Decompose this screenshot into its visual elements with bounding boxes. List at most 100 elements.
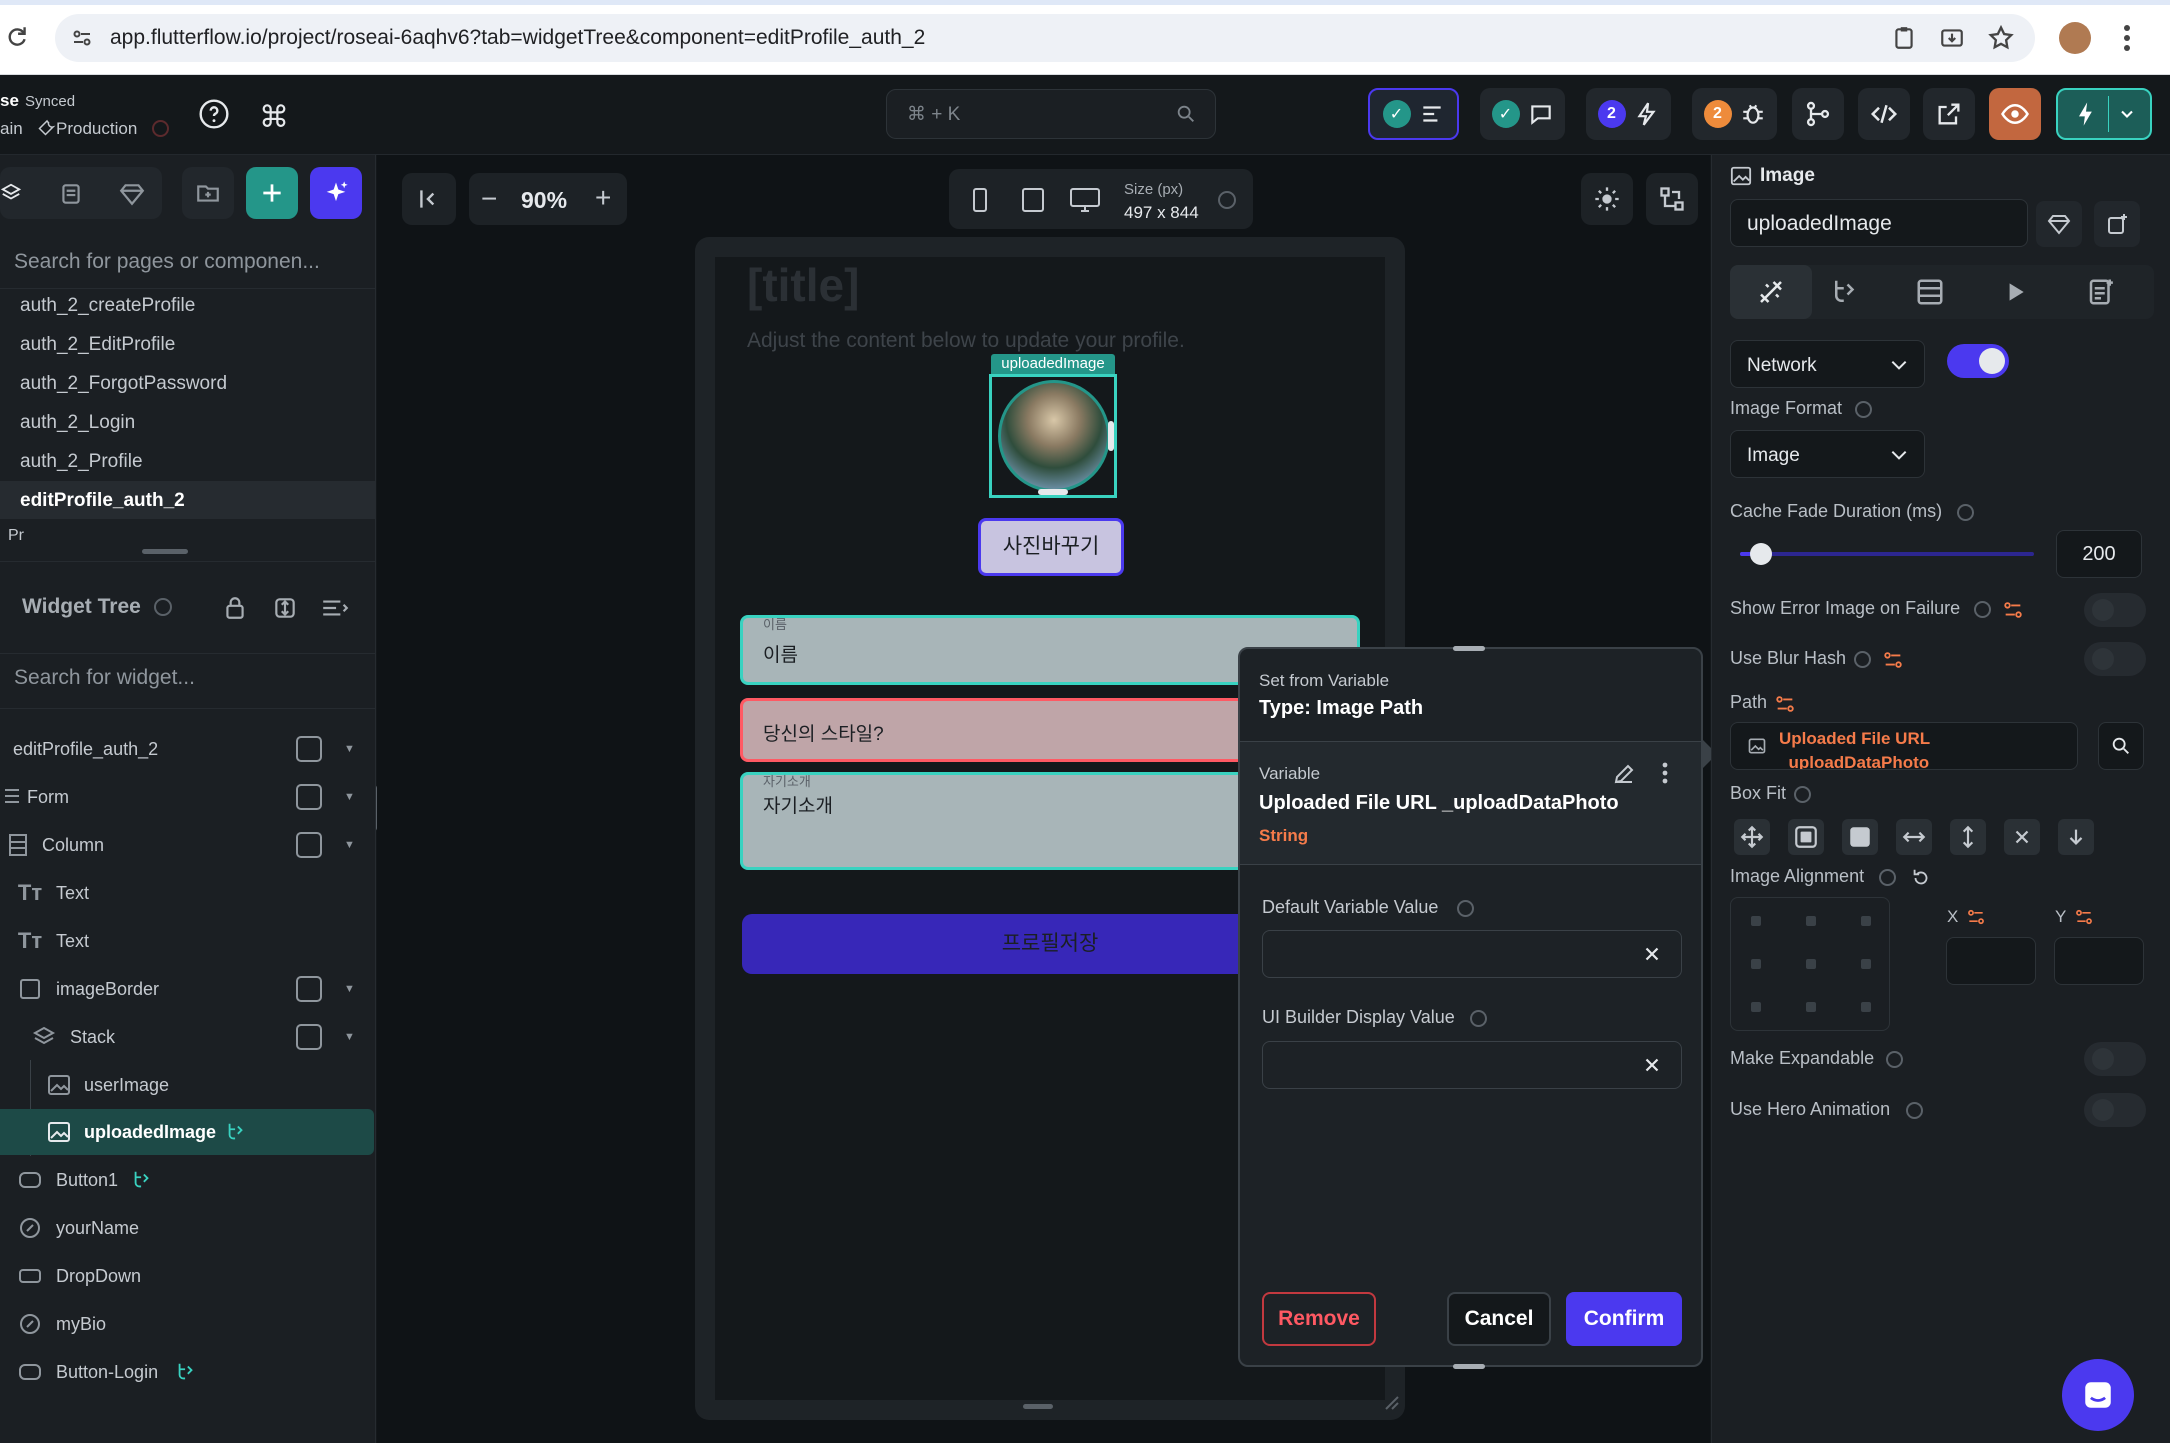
validate-button[interactable]: ✓	[1368, 88, 1459, 140]
tab-backend-query[interactable]	[1915, 277, 1945, 307]
resize-handle[interactable]	[142, 549, 188, 554]
add-child-icon[interactable]	[296, 976, 322, 1002]
caret-down-icon[interactable]: ▼	[344, 839, 355, 851]
dialog-drag-handle[interactable]	[1453, 1364, 1485, 1369]
cache-fade-slider-track[interactable]	[1740, 543, 2034, 565]
image-format-select[interactable]: Image	[1730, 430, 1925, 478]
zoom-out-button[interactable]: −	[481, 183, 497, 215]
caret-down-icon[interactable]: ▼	[344, 983, 355, 995]
tree-node-yourname[interactable]: yourName	[0, 1205, 376, 1251]
support-chat-button[interactable]	[2062, 1359, 2134, 1431]
boxfit-fitheight-button[interactable]	[1950, 819, 1986, 855]
image-source-select[interactable]: Network	[1730, 340, 1925, 388]
layers-icon[interactable]	[0, 181, 22, 205]
alignment-grid[interactable]	[1730, 897, 1890, 1031]
align-bottom-right[interactable]	[1861, 1002, 1871, 1012]
preview-button[interactable]	[1989, 88, 2041, 140]
comments-button[interactable]: ✓	[1480, 88, 1565, 140]
align-center-left[interactable]	[1751, 959, 1761, 969]
caret-down-icon[interactable]: ▼	[344, 743, 355, 755]
align-center[interactable]	[1806, 959, 1816, 969]
page-item[interactable]: auth_2_EditProfile	[20, 334, 175, 356]
cache-fade-input[interactable]: 200	[2056, 530, 2142, 578]
tablet-icon[interactable]	[1021, 187, 1045, 213]
align-bottom-center[interactable]	[1806, 1002, 1816, 1012]
tree-node-editprofile-auth-2[interactable]: editProfile_auth_2 ▼	[0, 726, 376, 772]
variable-section[interactable]: Variable Uploaded File URL _uploadDataPh…	[1240, 742, 1701, 864]
diamond-icon[interactable]	[119, 181, 145, 207]
path-search-button[interactable]	[2098, 722, 2144, 770]
align-bottom-left[interactable]	[1751, 1002, 1761, 1012]
command-search-input[interactable]: ⌘ + K	[886, 89, 1216, 139]
cache-fade-slider-thumb[interactable]	[1749, 543, 1772, 565]
page-item-selected[interactable]: editProfile_auth_2	[20, 490, 185, 512]
zoom-level[interactable]: 90%	[521, 187, 567, 214]
show-error-toggle[interactable]	[2084, 593, 2146, 627]
open-new-tab-button[interactable]	[1923, 88, 1975, 140]
boxfit-fill-button[interactable]	[2004, 819, 2040, 855]
clear-icon[interactable]	[1641, 943, 1663, 965]
tree-node-userimage[interactable]: userImage	[0, 1062, 376, 1108]
default-value-input[interactable]	[1262, 930, 1682, 978]
tab-documentation[interactable]	[2086, 277, 2116, 307]
page-item[interactable]: auth_2_Profile	[20, 451, 143, 473]
display-value-input[interactable]	[1262, 1041, 1682, 1089]
page-title[interactable]: [title]	[747, 258, 859, 312]
new-folder-button[interactable]	[182, 167, 234, 219]
bookmark-star-icon[interactable]	[1987, 24, 2015, 52]
tree-view-button[interactable]	[1646, 173, 1698, 225]
tree-node-imageborder[interactable]: imageBorder ▼	[0, 966, 376, 1012]
source-toggle[interactable]	[1947, 344, 2009, 378]
browser-menu-icon[interactable]	[2123, 24, 2131, 52]
tree-node-dropdown[interactable]: DropDown	[0, 1253, 376, 1299]
lock-icon[interactable]	[222, 595, 248, 621]
hero-animation-toggle[interactable]	[2084, 1093, 2146, 1127]
site-settings-icon[interactable]	[70, 26, 94, 50]
set-variable-icon[interactable]	[1774, 693, 1796, 715]
expand-collapse-icon[interactable]	[272, 595, 298, 621]
resize-handle-bottom[interactable]	[1038, 489, 1068, 495]
tree-node-mybio[interactable]: myBio	[0, 1301, 376, 1347]
frame-resize-handle[interactable]	[1023, 1404, 1053, 1409]
environment-label[interactable]: Production	[56, 119, 137, 139]
resize-corner-icon[interactable]	[1382, 1393, 1400, 1411]
branching-button[interactable]	[1792, 88, 1844, 140]
wrap-widget-button[interactable]	[2094, 201, 2140, 247]
collapse-panel-button[interactable]	[402, 173, 456, 225]
actions-issues-button[interactable]: 2	[1586, 88, 1671, 140]
add-child-icon[interactable]	[296, 1024, 322, 1050]
tree-node-text[interactable]: Tт Text	[0, 918, 376, 964]
boxfit-cover-button[interactable]	[1842, 819, 1878, 855]
phone-icon[interactable]	[971, 187, 989, 213]
view-code-button[interactable]	[1858, 88, 1910, 140]
remove-button[interactable]: Remove	[1262, 1292, 1376, 1346]
pages-icon[interactable]	[58, 181, 84, 207]
align-y-input[interactable]	[2054, 937, 2144, 985]
caret-down-icon[interactable]: ▼	[344, 791, 355, 803]
tree-node-button1[interactable]: Button1	[0, 1157, 376, 1203]
tree-node-button-login[interactable]: Button-Login	[0, 1349, 376, 1395]
clipboard-icon[interactable]	[1891, 25, 1917, 51]
install-app-icon[interactable]	[1939, 25, 1965, 51]
branch-name[interactable]: ain	[0, 119, 23, 139]
profile-avatar[interactable]	[2059, 22, 2091, 54]
change-photo-button[interactable]: 사진바꾸기	[978, 518, 1124, 576]
set-variable-icon[interactable]	[2002, 599, 2024, 621]
make-expandable-toggle[interactable]	[2084, 1042, 2146, 1076]
edit-pencil-icon[interactable]	[1612, 762, 1636, 786]
desktop-icon[interactable]	[1069, 187, 1101, 213]
align-x-input[interactable]	[1946, 937, 2036, 985]
tree-node-stack[interactable]: Stack ▼	[0, 1014, 376, 1060]
align-top-left[interactable]	[1751, 916, 1761, 926]
confirm-button[interactable]: Confirm	[1566, 1292, 1682, 1346]
reset-icon[interactable]	[1910, 867, 1932, 889]
align-top-center[interactable]	[1806, 916, 1816, 926]
widget-name-input[interactable]: uploadedImage	[1730, 199, 2028, 247]
page-item[interactable]: auth_2_createProfile	[20, 295, 195, 317]
add-child-icon[interactable]	[296, 736, 322, 762]
blur-hash-toggle[interactable]	[2084, 642, 2146, 676]
tree-node-uploadedimage[interactable]: uploadedImage	[0, 1109, 376, 1155]
page-search-input[interactable]: Search for pages or componen...	[14, 250, 320, 274]
page-subtitle[interactable]: Adjust the content below to update your …	[747, 329, 1185, 353]
page-item[interactable]: auth_2_Login	[20, 412, 135, 434]
